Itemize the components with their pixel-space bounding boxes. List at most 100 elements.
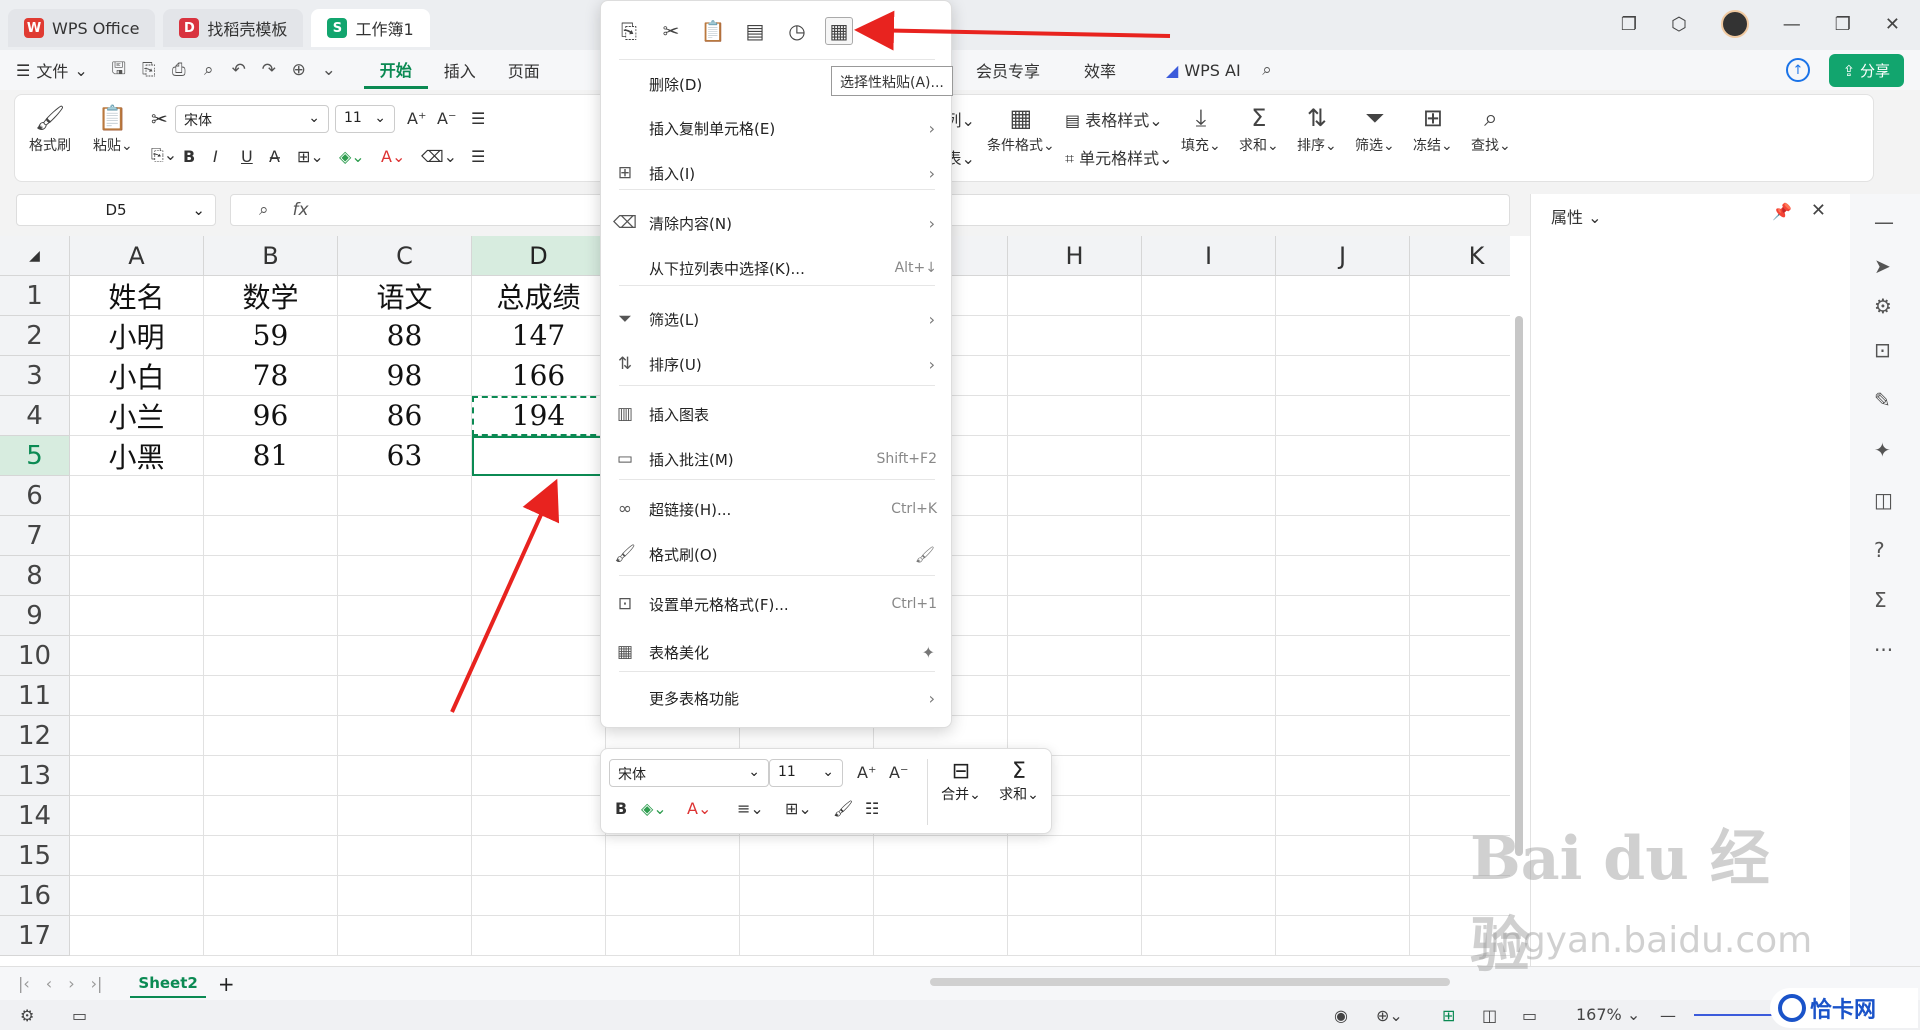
cell-a14[interactable] (70, 796, 204, 836)
cell-a4[interactable]: 小兰 (70, 396, 204, 436)
cell-c11[interactable] (338, 676, 472, 716)
cell-a16[interactable] (70, 876, 204, 916)
cube-icon[interactable]: ⬡ (1671, 14, 1687, 35)
last-sheet-icon[interactable]: ›| (83, 974, 111, 993)
context-menu-item[interactable]: ⊞ 插入(I) › (601, 154, 953, 192)
page-view-icon[interactable]: ◫ (1482, 1006, 1497, 1025)
upload-icon[interactable]: ↑ (1786, 58, 1810, 82)
cell-f15[interactable] (740, 836, 874, 876)
more-quick-icon[interactable]: ⌄ (314, 60, 344, 80)
filter-button[interactable]: ⏷ 筛选⌄ (1355, 101, 1395, 155)
cell-i15[interactable] (1142, 836, 1276, 876)
cell-h11[interactable] (1008, 676, 1142, 716)
cell-a7[interactable] (70, 516, 204, 556)
cell-h15[interactable] (1008, 836, 1142, 876)
cell-k12[interactable] (1410, 716, 1510, 756)
cell-b9[interactable] (204, 596, 338, 636)
cell-i5[interactable] (1142, 436, 1276, 476)
cell-a2[interactable]: 小明 (70, 316, 204, 356)
cell-i7[interactable] (1142, 516, 1276, 556)
context-menu-item[interactable]: ⌫ 清除内容(N) › (601, 204, 953, 242)
cell-h17[interactable] (1008, 916, 1142, 956)
paste-icon[interactable]: 📋 (699, 17, 727, 45)
conditional-format-button[interactable]: ▦ 条件格式⌄ (987, 101, 1055, 155)
fill-button[interactable]: ⤓ 填充⌄ (1181, 101, 1221, 155)
file-menu[interactable]: ☰ 文件 ⌄ (0, 58, 104, 82)
print-icon[interactable]: ⎙ (164, 60, 194, 80)
mini-font-size-select[interactable]: 11 ⌄ (769, 759, 843, 787)
column-header-j[interactable]: J (1276, 236, 1410, 276)
horizontal-scrollbar[interactable] (930, 978, 1450, 986)
underline-icon[interactable]: U (241, 147, 253, 166)
align-left-icon[interactable]: ☰ (471, 147, 485, 166)
cell-b8[interactable] (204, 556, 338, 596)
cell-k3[interactable] (1410, 356, 1510, 396)
cell-d11[interactable] (472, 676, 606, 716)
cell-k4[interactable] (1410, 396, 1510, 436)
font-shrink-icon[interactable]: A⁻ (437, 109, 456, 128)
redo-icon[interactable]: ↷ (254, 60, 284, 80)
next-sheet-icon[interactable]: › (60, 974, 82, 993)
cell-i14[interactable] (1142, 796, 1276, 836)
merge-button[interactable]: ⊟ 合并⌄ (933, 759, 989, 804)
column-header-k[interactable]: K (1410, 236, 1510, 276)
context-menu-item[interactable]: 插入复制单元格(E) › (601, 109, 953, 147)
cell-i17[interactable] (1142, 916, 1276, 956)
tab-workbook[interactable]: S 工作簿1 (311, 9, 430, 47)
cell-h6[interactable] (1008, 476, 1142, 516)
row-header-7[interactable]: 7 (0, 516, 70, 556)
cell-k6[interactable] (1410, 476, 1510, 516)
cell-e17[interactable] (606, 916, 740, 956)
cell-b3[interactable]: 78 (204, 356, 338, 396)
bold-icon[interactable]: B (615, 799, 627, 818)
add-sheet-icon[interactable]: + (218, 972, 235, 996)
cell-a9[interactable] (70, 596, 204, 636)
cell-c2[interactable]: 88 (338, 316, 472, 356)
share-button[interactable]: ⇪ 分享 (1828, 54, 1904, 87)
beautify-quick-icon[interactable]: ✦ (922, 643, 953, 662)
cell-g16[interactable] (874, 876, 1008, 916)
ai-write-icon[interactable]: ✎ (1874, 388, 1891, 412)
cell-j2[interactable] (1276, 316, 1410, 356)
paste-values-icon[interactable]: ▤ (741, 17, 769, 45)
cell-b4[interactable]: 96 (204, 396, 338, 436)
cell-b2[interactable]: 59 (204, 316, 338, 356)
cell-b14[interactable] (204, 796, 338, 836)
cell-j5[interactable] (1276, 436, 1410, 476)
row-header-1[interactable]: 1 (0, 276, 70, 316)
cell-c1[interactable]: 语文 (338, 276, 472, 316)
cell-a17[interactable] (70, 916, 204, 956)
cell-d4[interactable]: 194 (472, 396, 606, 436)
cell-a3[interactable]: 小白 (70, 356, 204, 396)
cell-h7[interactable] (1008, 516, 1142, 556)
wps-ai-button[interactable]: ◢ WPS AI (1150, 61, 1257, 80)
tab-template[interactable]: D 找稻壳模板 (163, 9, 304, 47)
mini-font-name-select[interactable]: 宋体 ⌄ (609, 759, 769, 787)
cell-b1[interactable]: 数学 (204, 276, 338, 316)
wrap-text-icon[interactable]: ☷ (865, 799, 879, 818)
cell-b6[interactable] (204, 476, 338, 516)
cell-j16[interactable] (1276, 876, 1410, 916)
pointer-icon[interactable]: ➤ (1874, 254, 1891, 278)
cell-c14[interactable] (338, 796, 472, 836)
copy-icon[interactable]: ⎘⌄ (151, 145, 177, 165)
sort-button[interactable]: ⇅ 排序⌄ (1297, 101, 1337, 155)
align-icon[interactable]: ☰ (471, 109, 485, 128)
cell-h8[interactable] (1008, 556, 1142, 596)
cut-icon[interactable]: ✂ (657, 17, 685, 45)
border-icon[interactable]: ⊞⌄ (785, 799, 812, 818)
minimize-icon[interactable]: — (1783, 14, 1801, 35)
cell-h16[interactable] (1008, 876, 1142, 916)
cell-b7[interactable] (204, 516, 338, 556)
italic-icon[interactable]: I (213, 147, 218, 166)
context-menu-item[interactable]: ∞ 超链接(H)... Ctrl+K (601, 490, 953, 528)
cell-j15[interactable] (1276, 836, 1410, 876)
row-header-13[interactable]: 13 (0, 756, 70, 796)
context-menu-item[interactable]: ▦ 表格美化 ✦ (601, 633, 953, 671)
cell-i3[interactable] (1142, 356, 1276, 396)
reading-view-icon[interactable]: ▭ (1522, 1006, 1537, 1025)
context-menu-item[interactable]: 更多表格功能 › (601, 679, 953, 717)
crop-icon[interactable]: ⊡ (1874, 338, 1891, 362)
cell-j13[interactable] (1276, 756, 1410, 796)
row-header-10[interactable]: 10 (0, 636, 70, 676)
